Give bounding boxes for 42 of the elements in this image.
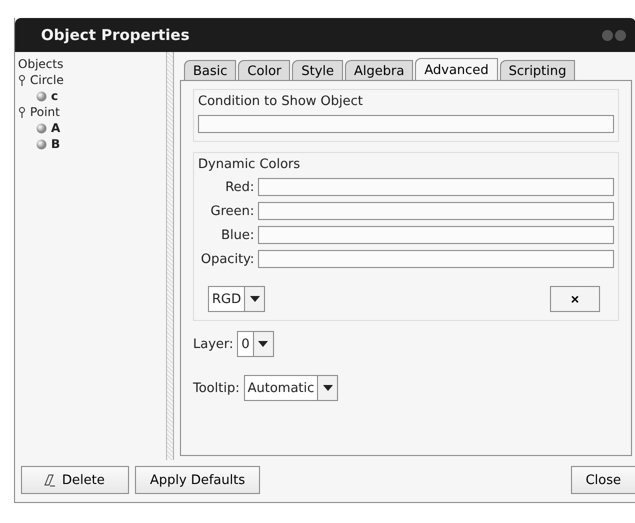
group-title: Condition to Show Object xyxy=(198,94,364,109)
expanded-node-icon[interactable] xyxy=(18,74,26,86)
tab[interactable]: Color xyxy=(238,60,290,81)
dropdown[interactable]: RGD xyxy=(208,286,266,312)
field-label: Green: xyxy=(210,204,254,218)
sphere-icon xyxy=(36,122,47,134)
tree-item[interactable]: B xyxy=(51,136,60,152)
apply-defaults-button[interactable]: Apply Defaults xyxy=(135,466,260,494)
dropdown[interactable]: 0 xyxy=(237,331,274,357)
field-label: Tooltip: xyxy=(193,380,240,396)
group-title: Dynamic Colors xyxy=(198,157,302,172)
input-field[interactable] xyxy=(258,250,614,268)
tree-item[interactable]: A xyxy=(51,120,60,136)
field-label: Red: xyxy=(224,180,254,194)
tree-item[interactable]: Circle xyxy=(30,72,64,88)
tab[interactable]: Scripting xyxy=(500,60,576,81)
sphere-icon xyxy=(36,138,47,150)
close-button[interactable]: Close xyxy=(570,466,635,494)
input-field[interactable] xyxy=(258,202,614,220)
input-field[interactable] xyxy=(258,178,614,196)
caret-icon xyxy=(322,385,333,391)
field-label: Blue: xyxy=(220,228,254,242)
window-title: Object Properties xyxy=(41,26,190,44)
sphere-icon xyxy=(36,90,47,102)
tab[interactable]: Basic xyxy=(184,60,236,81)
tab[interactable]: Style xyxy=(292,60,344,81)
input-field[interactable] xyxy=(258,226,614,244)
tab[interactable]: Advanced xyxy=(415,58,498,81)
field-label: Layer: xyxy=(193,336,234,352)
field-label: Opacity: xyxy=(200,252,254,266)
tree-root[interactable]: Objects xyxy=(18,56,163,72)
tree-item[interactable]: c xyxy=(51,88,58,104)
caret-icon xyxy=(258,341,268,347)
input-field[interactable] xyxy=(198,115,614,133)
clear-button[interactable]: × xyxy=(550,286,600,312)
expanded-node-icon[interactable] xyxy=(18,106,26,118)
tree-item[interactable]: Point xyxy=(30,104,60,120)
delete-button[interactable]: Delete xyxy=(21,466,129,494)
splitter[interactable] xyxy=(166,52,174,460)
tab[interactable]: Algebra xyxy=(345,60,414,81)
caret-icon xyxy=(250,296,260,302)
dropdown[interactable]: Automatic xyxy=(244,375,338,401)
